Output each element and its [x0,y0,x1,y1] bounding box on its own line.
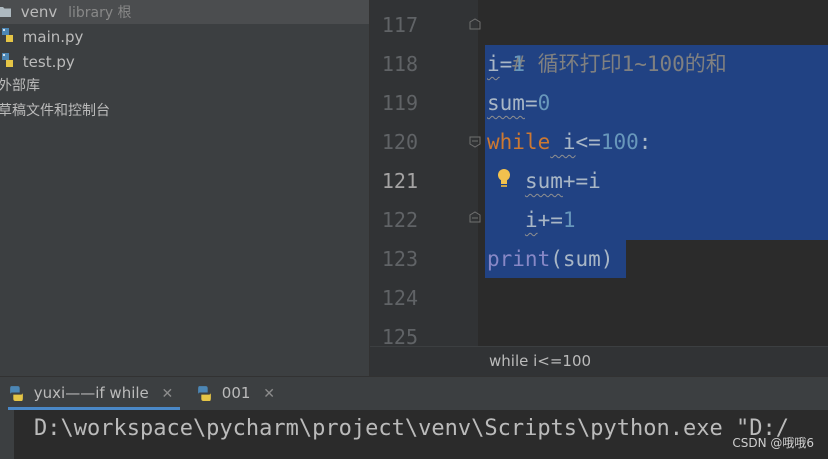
tree-item-venv[interactable]: venv library 根 [0,0,369,24]
line-number: 123 [381,247,418,271]
breadcrumb[interactable]: while i<=100 [370,346,828,376]
code-keyword: while [487,130,551,154]
code-args: (sum) [550,247,614,271]
code-number: 0 [537,91,551,115]
fold-marker-icon[interactable] [469,211,481,223]
code-identifier: sum [487,91,525,115]
console-output-line: D:\workspace\pycharm\project\venv\Script… [34,416,789,441]
external-libraries-label: 外部库 [0,78,40,94]
code-operator: = [524,91,538,115]
code-line-117[interactable]: # 循环打印1~100的和 [487,6,727,76]
line-number: 124 [381,286,418,310]
run-tab-yuxi[interactable]: yuxi——if while ✕ [8,377,180,410]
code-line-120[interactable]: while i<=100: [487,123,651,162]
code-line-119[interactable]: sum=0 [487,84,550,123]
close-icon[interactable]: ✕ [263,386,275,402]
run-console[interactable]: D:\workspace\pycharm\project\venv\Script… [0,410,828,459]
line-number: 120 [381,130,418,154]
line-number: 118 [381,52,418,76]
lightbulb-icon[interactable] [496,168,512,188]
run-tab-001[interactable]: 001 ✕ [196,377,275,410]
code-line-123[interactable]: print(sum) [487,240,613,279]
tree-item-external-libraries[interactable]: 外部库 [0,74,40,98]
code-comment: # 循环打印1~100的和 [512,52,727,76]
code-operator: = [499,52,513,76]
python-icon [198,386,211,401]
file-name: test.py [22,53,75,71]
run-tab-label: 001 [221,384,251,402]
line-number: 117 [381,13,418,37]
code-identifier: i [524,208,538,232]
venv-label: venv [20,3,58,21]
tree-item-test-py[interactable]: test.py [0,50,75,74]
fold-marker-icon[interactable] [469,18,481,30]
code-identifier: i [487,52,500,76]
console-toolbar-strip [0,410,14,459]
tree-item-main-py[interactable]: main.py [0,25,83,49]
python-file-icon [0,26,16,50]
code-identifier: i [550,130,576,154]
code-colon: : [638,130,652,154]
tree-item-scratches[interactable]: 草稿文件和控制台 [0,99,110,123]
code-number: 1 [512,52,525,76]
run-tabs-bar: yuxi——if while ✕ 001 ✕ [0,376,828,410]
code-operator: <= [575,130,601,154]
code-number: 100 [600,130,639,154]
code-builtin: print [487,247,551,271]
fold-marker-icon[interactable] [469,136,481,148]
code-line-122[interactable]: i+=1 [487,201,576,240]
code-number: 1 [562,208,576,232]
line-number: 122 [381,208,418,232]
line-number: 119 [381,91,418,115]
line-number-current: 121 [381,169,418,193]
run-tab-label: yuxi——if while [33,384,149,402]
code-line-118[interactable]: i=1 [487,45,525,84]
scratches-label: 草稿文件和控制台 [0,103,110,119]
close-icon[interactable]: ✕ [162,386,174,402]
code-identifier: sum [524,169,563,193]
breadcrumb-label: while i<=100 [489,352,592,370]
code-operator: += [537,208,563,232]
venv-meta: library 根 [68,5,132,21]
code-operator: += [562,169,589,193]
file-name: main.py [22,28,84,46]
code-identifier: i [588,169,601,193]
folder-icon [0,1,12,25]
project-panel: venv library 根 main.py test.py 外部库 草稿文件和… [0,0,369,376]
python-file-icon [0,51,16,75]
python-icon [10,386,23,401]
watermark: CSDN @哦哦6 [732,436,814,450]
